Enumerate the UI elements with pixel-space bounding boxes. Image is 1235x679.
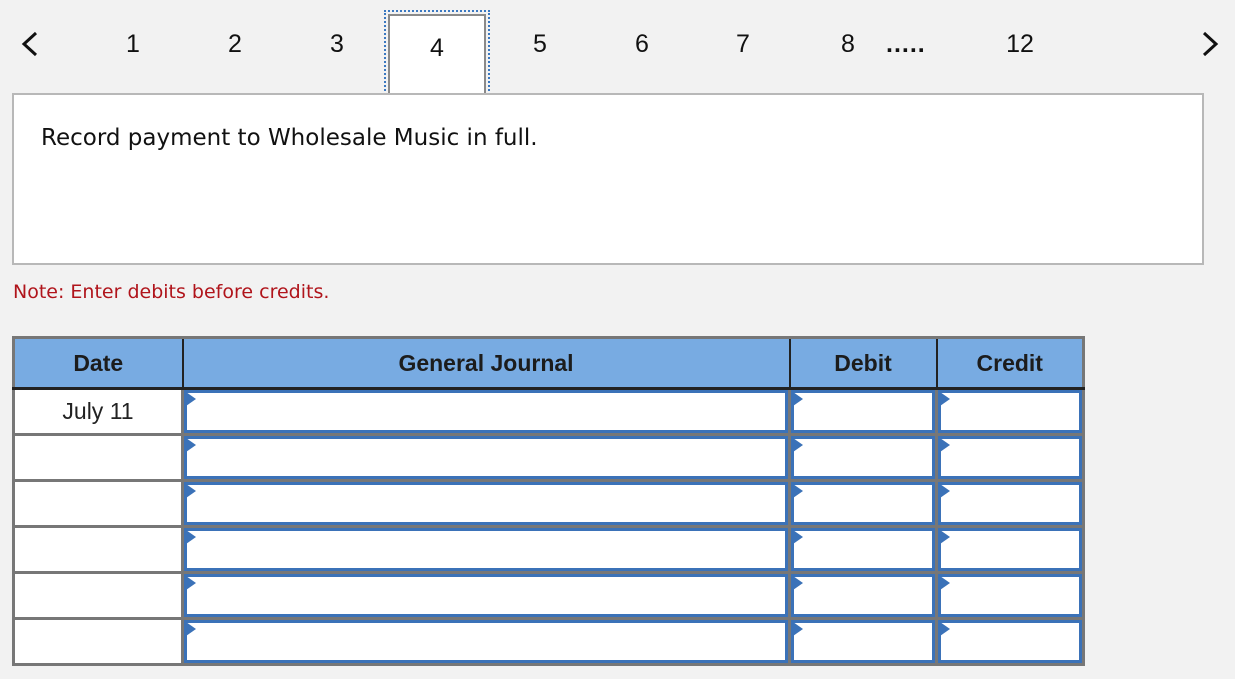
page-5-button[interactable]: 5 [520, 26, 560, 62]
chevron-right-icon [1202, 31, 1219, 57]
credit-cell [935, 571, 1085, 620]
debit-input[interactable] [791, 390, 935, 433]
date-cell [12, 525, 184, 574]
debit-input[interactable] [791, 482, 935, 525]
page-1-button[interactable]: 1 [113, 26, 153, 62]
debit-input[interactable] [791, 528, 935, 571]
account-input[interactable] [184, 620, 788, 663]
debit-cell [788, 617, 938, 666]
debit-cell [788, 433, 938, 482]
page-4-current-button[interactable]: 4 [384, 10, 490, 98]
credit-cell [935, 433, 1085, 482]
credit-input[interactable] [938, 574, 1082, 617]
page-12-button[interactable]: 12 [1000, 26, 1040, 62]
account-input[interactable] [184, 436, 788, 479]
question-panel: Record payment to Wholesale Music in ful… [12, 93, 1204, 265]
table-row [12, 571, 1085, 620]
next-question-button[interactable] [1199, 30, 1221, 58]
credit-input[interactable] [938, 482, 1082, 525]
table-row: July 11 [12, 387, 1085, 436]
debit-input[interactable] [791, 436, 935, 479]
instruction-note: Note: Enter debits before credits. [13, 281, 330, 303]
table-row [12, 479, 1085, 528]
debit-cell [788, 479, 938, 528]
chevron-left-icon [21, 31, 38, 57]
account-input[interactable] [184, 574, 788, 617]
header-debit: Debit [789, 337, 938, 390]
account-input[interactable] [184, 528, 788, 571]
question-text: Record payment to Wholesale Music in ful… [41, 125, 538, 151]
date-cell [12, 479, 184, 528]
credit-cell [935, 479, 1085, 528]
debit-cell [788, 525, 938, 574]
account-cell [181, 525, 791, 574]
debit-input[interactable] [791, 620, 935, 663]
table-header-row: Date General Journal Debit Credit [13, 337, 1085, 390]
credit-input[interactable] [938, 528, 1082, 571]
debit-input[interactable] [791, 574, 935, 617]
page-6-button[interactable]: 6 [622, 26, 662, 62]
pagination-ellipsis: ..... [886, 30, 926, 58]
prev-question-button[interactable] [19, 30, 41, 58]
account-input[interactable] [184, 390, 788, 433]
debit-cell [788, 571, 938, 620]
header-general-journal: General Journal [182, 337, 791, 390]
table-row [12, 525, 1085, 574]
date-cell [12, 571, 184, 620]
credit-cell [935, 525, 1085, 574]
account-input[interactable] [184, 482, 788, 525]
credit-input[interactable] [938, 620, 1082, 663]
page-8-button[interactable]: 8 [828, 26, 868, 62]
account-cell [181, 433, 791, 482]
credit-cell [935, 387, 1085, 436]
account-cell [181, 617, 791, 666]
credit-input[interactable] [938, 390, 1082, 433]
header-date: Date [13, 337, 184, 390]
journal-entry-table: Date General Journal Debit Credit July 1… [12, 336, 1085, 666]
header-credit: Credit [936, 337, 1085, 390]
page-3-button[interactable]: 3 [317, 26, 357, 62]
credit-cell [935, 617, 1085, 666]
account-cell [181, 571, 791, 620]
question-pagination: 1 2 3 4 5 6 7 8 ..... 12 [0, 0, 1235, 100]
date-cell [12, 433, 184, 482]
credit-input[interactable] [938, 436, 1082, 479]
date-cell [12, 617, 184, 666]
page-7-button[interactable]: 7 [723, 26, 763, 62]
page-4-label: 4 [388, 14, 486, 96]
account-cell [181, 387, 791, 436]
page-2-button[interactable]: 2 [215, 26, 255, 62]
debit-cell [788, 387, 938, 436]
date-cell: July 11 [12, 387, 184, 436]
table-row [12, 433, 1085, 482]
account-cell [181, 479, 791, 528]
table-row [12, 617, 1085, 666]
